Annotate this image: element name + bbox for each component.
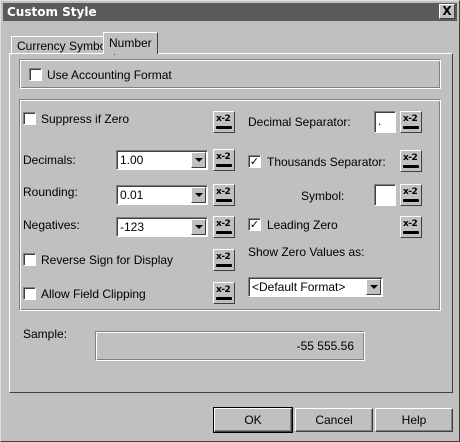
formula-pencil-icon: x-2 xyxy=(216,252,231,262)
formula-pencil-icon: x-2 xyxy=(403,114,418,124)
rounding-dropdown[interactable]: 0.01 xyxy=(116,185,208,205)
formula-pencil-icon: x-2 xyxy=(216,219,231,229)
allow-field-clipping-formula-button[interactable]: x-2 xyxy=(213,282,235,304)
allow-field-clipping-checkbox[interactable] xyxy=(23,287,36,300)
suppress-if-zero-formula-button[interactable]: x-2 xyxy=(213,111,235,133)
negatives-formula-button[interactable]: x-2 xyxy=(213,216,235,238)
formula-pencil-icon: x-2 xyxy=(403,219,418,229)
use-accounting-format-label: Use Accounting Format xyxy=(47,68,172,82)
rounding-value: 0.01 xyxy=(120,188,144,202)
title-bar[interactable]: Custom Style X xyxy=(3,3,457,21)
leading-zero-checkbox[interactable]: ✓ xyxy=(248,218,261,231)
negatives-value: -123 xyxy=(120,220,145,234)
formula-pencil-icon: x-2 xyxy=(403,153,418,163)
formula-pencil-icon: x-2 xyxy=(403,187,418,197)
symbol-input[interactable] xyxy=(374,184,396,206)
custom-style-dialog: Custom Style X Currency Symbol Number Us… xyxy=(0,0,460,442)
thousands-separator-checkbox[interactable]: ✓ xyxy=(248,155,261,168)
reverse-sign-formula-button[interactable]: x-2 xyxy=(213,249,235,271)
leading-zero-label: Leading Zero xyxy=(267,218,338,232)
use-accounting-format-checkbox[interactable] xyxy=(29,68,42,81)
rounding-label: Rounding: xyxy=(23,185,78,199)
symbol-label: Symbol: xyxy=(301,189,345,203)
close-button[interactable]: X xyxy=(439,4,455,19)
rounding-formula-button[interactable]: x-2 xyxy=(213,184,235,206)
decimals-label: Decimals: xyxy=(23,153,76,167)
show-zero-values-dropdown[interactable]: <Default Format> xyxy=(248,277,383,297)
dialog-title: Custom Style xyxy=(7,5,97,19)
sample-label: Sample: xyxy=(23,327,68,341)
sample-value: -55 555.56 xyxy=(296,339,354,353)
chevron-down-icon[interactable] xyxy=(191,187,206,203)
suppress-if-zero-checkbox[interactable] xyxy=(23,112,36,125)
thousands-separator-formula-button[interactable]: x-2 xyxy=(400,150,422,172)
formula-pencil-icon: x-2 xyxy=(216,114,231,124)
decimal-separator-formula-button[interactable]: x-2 xyxy=(400,111,422,133)
reverse-sign-label: Reverse Sign for Display xyxy=(41,253,174,267)
decimal-separator-label: Decimal Separator: xyxy=(248,115,351,129)
sample-preview: -55 555.56 xyxy=(95,331,365,361)
thousands-separator-label: Thousands Separator: xyxy=(267,155,386,169)
help-button[interactable]: Help xyxy=(375,408,453,432)
symbol-formula-button[interactable]: x-2 xyxy=(400,184,422,206)
decimals-dropdown[interactable]: 1.00 xyxy=(116,150,208,170)
formula-pencil-icon: x-2 xyxy=(216,187,231,197)
decimals-formula-button[interactable]: x-2 xyxy=(213,149,235,171)
show-zero-values-label: Show Zero Values as: xyxy=(248,245,365,259)
chevron-down-icon[interactable] xyxy=(366,279,381,295)
ok-button[interactable]: OK xyxy=(213,407,293,433)
chevron-down-icon[interactable] xyxy=(191,152,206,168)
leading-zero-formula-button[interactable]: x-2 xyxy=(400,216,422,238)
reverse-sign-checkbox[interactable] xyxy=(23,253,36,266)
chevron-down-icon[interactable] xyxy=(191,219,206,235)
decimals-value: 1.00 xyxy=(120,153,144,167)
formula-pencil-icon: x-2 xyxy=(216,152,231,162)
tab-number[interactable]: Number xyxy=(103,32,158,54)
allow-field-clipping-label: Allow Field Clipping xyxy=(41,287,146,301)
negatives-label: Negatives: xyxy=(23,218,80,232)
decimal-separator-input[interactable]: . xyxy=(374,111,396,133)
negatives-dropdown[interactable]: -123 xyxy=(116,217,208,237)
formula-pencil-icon: x-2 xyxy=(216,285,231,295)
suppress-if-zero-label: Suppress if Zero xyxy=(41,112,130,126)
cancel-button[interactable]: Cancel xyxy=(295,408,373,432)
show-zero-values-value: <Default Format> xyxy=(252,280,346,294)
